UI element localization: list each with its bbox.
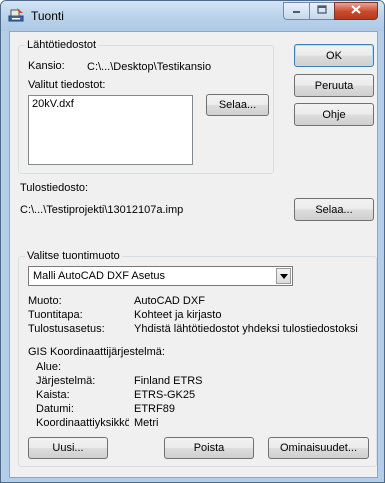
output-setting-value: Yhdistä lähtötiedostot yhdeksi tulostied… — [134, 323, 358, 335]
close-icon — [351, 5, 361, 17]
dialog-client-area: Lähtötiedostot Kansio: C:\...\Desktop\Te… — [9, 31, 378, 478]
maximize-icon — [317, 5, 327, 17]
import-format-group: Valitse tuontimuoto Malli AutoCAD DXF As… — [18, 250, 377, 467]
gis-coordinate-unit-label: Koordinaattiyksikkö — [36, 417, 129, 429]
minimize-icon — [292, 5, 301, 17]
list-item[interactable]: 20kV.dxf — [32, 98, 74, 110]
gis-zone-value: ETRS-GK25 — [134, 389, 196, 401]
minimize-button[interactable] — [283, 2, 309, 20]
help-button[interactable]: Ohje — [294, 103, 374, 126]
import-format-group-label: Valitse tuontimuoto — [25, 250, 122, 262]
ok-button[interactable]: OK — [294, 44, 374, 67]
browse-source-button[interactable]: Selaa... — [206, 94, 269, 116]
properties-button[interactable]: Ominaisuudet... — [268, 437, 369, 459]
import-method-value: Kohteet ja kirjasto — [134, 309, 222, 321]
folder-path: C:\...\Desktop\Testikansio — [87, 61, 212, 73]
format-label: Muoto: — [28, 295, 62, 307]
output-setting-label: Tulostusasetus: — [28, 323, 105, 335]
output-file-path: C:\...\Testiprojekti\13012107a.imp — [20, 204, 184, 216]
gis-datum-value: ETRF89 — [134, 403, 175, 415]
source-files-group: Lähtötiedostot Kansio: C:\...\Desktop\Te… — [18, 39, 274, 174]
browse-output-button[interactable]: Selaa... — [294, 198, 374, 221]
import-method-label: Tuontitapa: — [28, 309, 83, 321]
source-files-group-label: Lähtötiedostot — [25, 39, 99, 51]
title-bar[interactable]: Tuonti — [1, 1, 384, 31]
maximize-button[interactable] — [309, 2, 334, 20]
format-value: AutoCAD DXF — [134, 295, 205, 307]
selected-files-list[interactable]: 20kV.dxf — [28, 95, 193, 165]
dropdown-button[interactable] — [276, 268, 291, 284]
chevron-down-icon — [279, 272, 288, 281]
import-format-select[interactable]: Malli AutoCAD DXF Asetus — [28, 266, 293, 286]
gis-zone-label: Kaista: — [36, 389, 70, 401]
delete-button[interactable]: Poista — [164, 437, 254, 459]
cancel-button[interactable]: Peruuta — [294, 74, 374, 97]
import-app-icon — [8, 7, 26, 23]
new-button[interactable]: Uusi... — [28, 437, 108, 459]
gis-system-value: Finland ETRS — [134, 375, 203, 387]
output-file-label: Tulostiedosto: — [20, 182, 89, 194]
window-title: Tuonti — [31, 9, 64, 23]
gis-system-label: Järjestelmä: — [36, 375, 96, 387]
gis-coordinate-system-label: GIS Koordinaattijärjestelmä: — [28, 346, 165, 358]
gis-datum-label: Datumi: — [36, 403, 74, 415]
gis-coordinate-unit-value: Metri — [134, 417, 159, 429]
gis-area-label: Alue: — [36, 361, 62, 373]
import-format-selected-value: Malli AutoCAD DXF Asetus — [33, 270, 166, 282]
import-dialog-window: Tuonti Lähtötiedostot Kansio: C:\...\Des… — [0, 0, 385, 483]
folder-label: Kansio: — [28, 60, 65, 72]
selected-files-label: Valitut tiedostot: — [28, 79, 106, 91]
close-button[interactable] — [334, 2, 378, 20]
